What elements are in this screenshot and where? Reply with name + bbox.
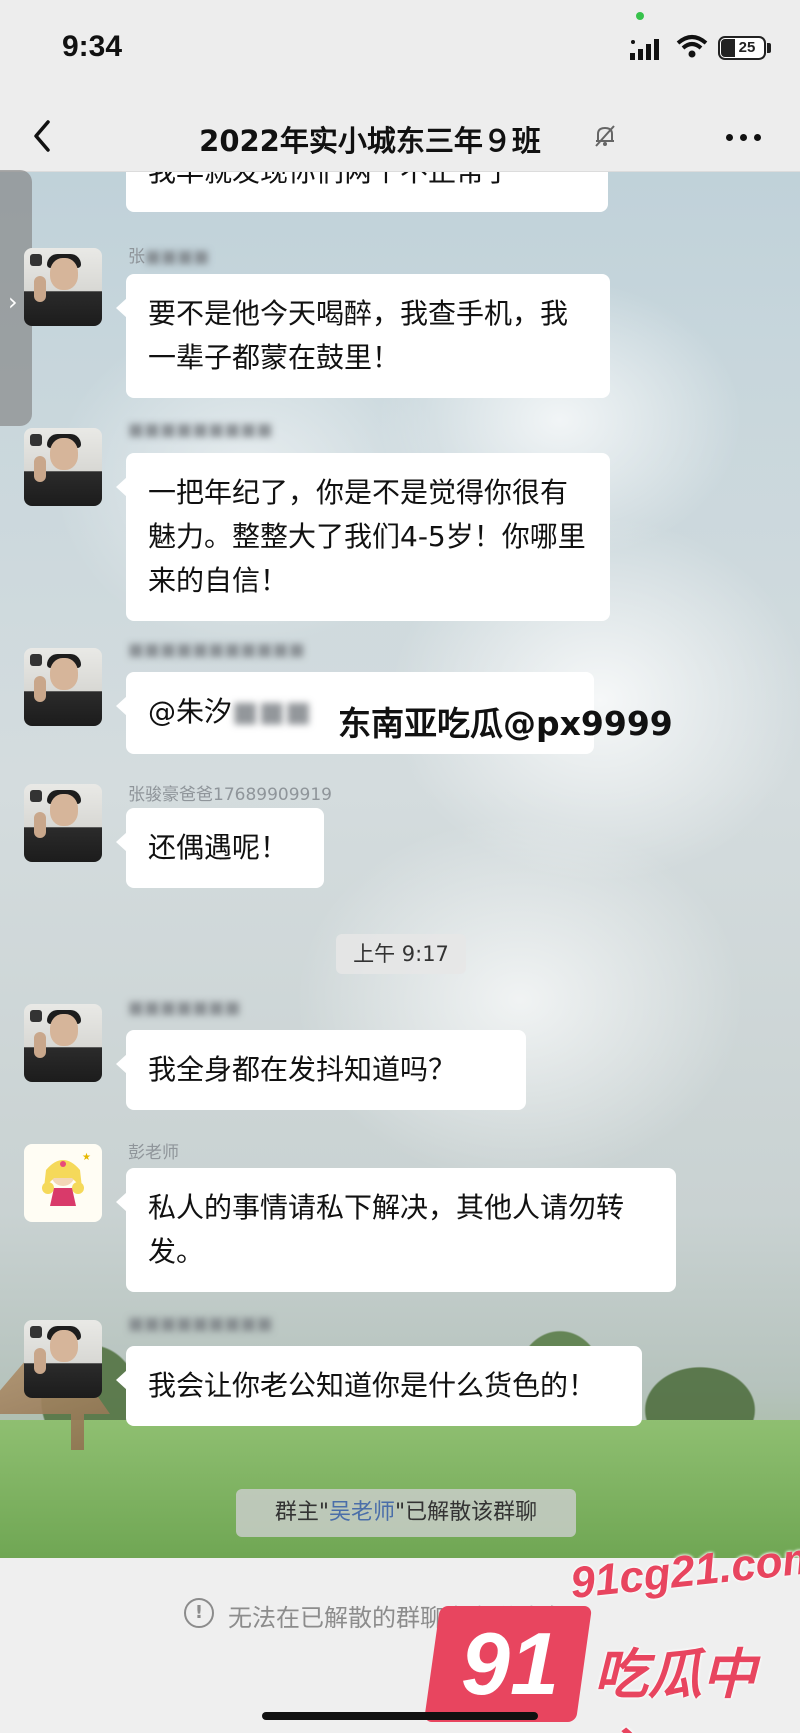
notice-suffix: "已解散该群聊	[395, 1500, 538, 1525]
time-divider: 上午 9:17	[336, 934, 466, 974]
signal-icon	[630, 39, 659, 60]
owner-name-link[interactable]: 吴老师	[329, 1500, 395, 1525]
sender-name-visible: 张	[128, 247, 145, 267]
battery-icon: 25	[718, 36, 766, 60]
battery-level: 25	[738, 39, 756, 56]
more-icon[interactable]	[724, 130, 764, 144]
group-dissolved-notice: 群主"吴老师"已解散该群聊	[236, 1489, 576, 1537]
avatar[interactable]	[24, 428, 102, 506]
message-text: 私人的事情请私下解决，其他人请勿转发。	[148, 1191, 625, 1268]
notice-prefix: 群主"	[274, 1500, 329, 1525]
sender-name-blurred: ■■■■■■■	[128, 998, 241, 1018]
avatar[interactable]	[24, 248, 102, 326]
chat-title: 2022年实小城东三年９班	[199, 124, 541, 158]
message-bubble-partial[interactable]: 我早就发现你们两个不正常了	[126, 172, 608, 212]
wifi-icon	[676, 35, 708, 58]
message-bubble[interactable]: 我全身都在发抖知道吗？	[116, 1030, 526, 1110]
message-text: 我全身都在发抖知道吗？	[148, 1053, 457, 1086]
anime-avatar-icon: ★	[42, 1152, 91, 1206]
sender-name: 张骏豪爸爸17689909919	[128, 785, 332, 805]
home-indicator[interactable]	[262, 1712, 538, 1720]
battery-nub	[767, 43, 771, 53]
status-bar: 9:34 25	[0, 0, 800, 100]
message-bubble[interactable]: 一把年纪了，你是不是觉得你很有魅力。整整大了我们4-5岁！你哪里来的自信！	[116, 453, 610, 621]
chevron-right-icon: ›	[8, 288, 18, 316]
sender-name: 彭老师	[128, 1143, 179, 1163]
avatar[interactable]	[24, 648, 102, 726]
sender-name-blurred: ■■■■■■■■■	[128, 1314, 273, 1334]
message-bubble[interactable]: 私人的事情请私下解决，其他人请勿转发。	[116, 1168, 676, 1292]
sender-name-blurred: ■■■■■■■■■■■	[128, 640, 305, 660]
back-icon[interactable]	[28, 118, 58, 154]
avatar-teacher[interactable]: ★	[24, 1144, 102, 1222]
sender-name: 张■■■■	[128, 242, 209, 267]
avatar[interactable]	[24, 1004, 102, 1082]
message-bubble[interactable]: 我会让你老公知道你是什么货色的！	[116, 1346, 642, 1426]
mute-icon	[595, 125, 615, 147]
sender-name-blurred: ■■■■■■■■■	[128, 420, 273, 440]
sender-name-blurred: ■■■■	[145, 247, 210, 267]
message-text: @朱汐	[148, 695, 233, 728]
chat-header: 2022年实小城东三年９班	[0, 100, 800, 172]
site-logo-number: 91	[461, 1614, 559, 1713]
svg-text:★: ★	[82, 1152, 91, 1163]
privacy-indicator	[636, 12, 644, 20]
message-text-blurred: ■■■	[232, 695, 312, 728]
message-bubble[interactable]: 还偶遇呢！	[116, 808, 324, 888]
message-text: 要不是他今天喝醉，我查手机，我一辈子都蒙在鼓里！	[148, 297, 569, 374]
message-text: 还偶遇呢！	[148, 831, 289, 864]
message-text: 我会让你老公知道你是什么货色的！	[148, 1369, 597, 1402]
warning-icon: !	[184, 1598, 214, 1628]
message-text: 我早就发现你们两个不正常了	[148, 172, 512, 190]
avatar[interactable]	[24, 784, 102, 862]
site-name-watermark: 吃瓜中心	[594, 1643, 756, 1733]
message-bubble[interactable]: 要不是他今天喝醉，我查手机，我一辈子都蒙在鼓里！	[116, 274, 610, 398]
overlay-watermark: 东南亚吃瓜@px9999	[338, 704, 673, 743]
message-text: 一把年纪了，你是不是觉得你很有魅力。整整大了我们4-5岁！你哪里来的自信！	[148, 476, 586, 597]
avatar[interactable]	[24, 1320, 102, 1398]
status-time: 9:34	[62, 30, 123, 63]
